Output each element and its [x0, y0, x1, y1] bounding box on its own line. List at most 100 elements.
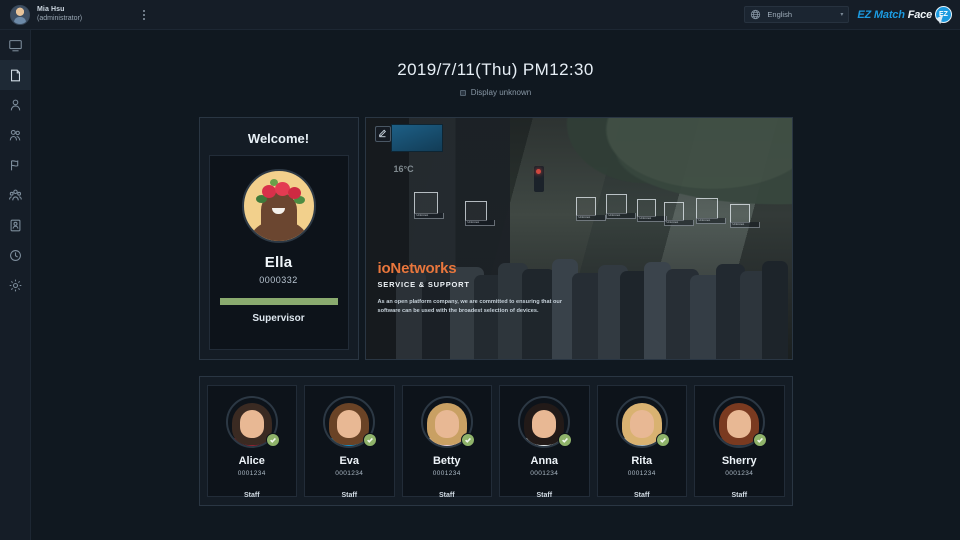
person-id: 0001234 — [725, 469, 754, 477]
person-avatar-wrap — [420, 395, 475, 448]
person-name: Alice — [238, 454, 265, 467]
main-content: 2019/7/11(Thu) PM12:30 Display unknown W… — [31, 0, 960, 540]
gear-icon — [9, 279, 21, 291]
video-feed-panel[interactable]: 16°C Unknown Unknown Unknown Unknown Unknown… — [364, 116, 793, 360]
display-unknown-toggle[interactable]: Display unknown — [459, 88, 532, 97]
sidebar-item-person[interactable] — [0, 90, 31, 120]
person-avatar-wrap — [518, 395, 573, 448]
sidebar-item-idcard[interactable] — [0, 210, 31, 240]
app-root: Mia Hsu (administrator) English ▾ EZ Mat… — [0, 0, 960, 540]
face-detection-label: Unknown — [605, 212, 636, 220]
person-card[interactable]: Sherry 0001234 Staff — [694, 384, 785, 499]
avatar — [10, 4, 30, 25]
person-id: 0001234 — [530, 469, 559, 477]
person-role: Staff — [536, 491, 553, 499]
sidebar-item-monitor[interactable] — [0, 30, 31, 60]
checkmark-icon — [460, 432, 475, 447]
language-select[interactable]: English ▾ — [744, 6, 850, 23]
person-id: 0001234 — [432, 469, 461, 477]
overlay-brand: ioNetworks — [377, 260, 457, 278]
face-detection-box: Unknown — [729, 203, 760, 229]
person-role: Staff — [341, 491, 358, 499]
logo-text-face: Face — [907, 8, 932, 21]
welcome-name: Ella — [264, 253, 293, 271]
user-role: (administrator) — [37, 14, 83, 22]
person-name: Eva — [339, 454, 360, 467]
sidebar — [0, 0, 31, 540]
face-detection-label: Unknown — [575, 214, 606, 222]
monitor-icon — [8, 39, 22, 51]
user-block[interactable]: Mia Hsu (administrator) — [0, 4, 120, 25]
page-title: Welcome! — [247, 130, 310, 146]
person-card[interactable]: Eva 0001234 Staff — [304, 384, 395, 499]
document-icon — [10, 69, 20, 81]
welcome-avatar — [241, 168, 316, 243]
sidebar-item-team[interactable] — [0, 180, 31, 210]
person-role: Staff — [731, 491, 748, 499]
user-text: Mia Hsu (administrator) — [37, 6, 82, 22]
top-bar-right: English ▾ EZ Match Face EZ — [744, 6, 960, 23]
person-name: Sherry — [721, 454, 757, 467]
sidebar-item-group[interactable] — [0, 120, 31, 150]
user-name: Mia Hsu — [37, 6, 65, 14]
welcome-role: Supervisor — [252, 312, 305, 324]
clock-icon — [9, 249, 21, 261]
face-detection-box: Unknown — [575, 196, 606, 222]
person-card[interactable]: Betty 0001234 Staff — [401, 384, 492, 499]
top-bar: Mia Hsu (administrator) English ▾ EZ Mat… — [0, 0, 960, 30]
datetime-display: 2019/7/11(Thu) PM12:30 — [397, 60, 594, 79]
display-unknown-label: Display unknown — [470, 88, 532, 97]
welcome-status-bar — [219, 297, 338, 305]
welcome-id: 0000332 — [259, 274, 298, 285]
billboard — [390, 123, 443, 152]
checkmark-icon — [265, 432, 280, 447]
person-card[interactable]: Anna 0001234 Staff — [499, 384, 590, 499]
face-detection-label: Unknown — [464, 219, 495, 227]
kebab-menu-icon[interactable] — [137, 4, 151, 26]
sidebar-item-settings[interactable] — [0, 270, 31, 300]
chevron-down-icon: ▾ — [840, 12, 844, 18]
app-logo: EZ Match Face EZ — [857, 6, 952, 23]
face-detection-box: Unknown — [605, 193, 636, 220]
person-role: Staff — [633, 491, 650, 499]
edit-pencil-icon[interactable] — [374, 125, 391, 142]
face-detection-box: Unknown — [413, 191, 444, 220]
person-avatar-wrap — [323, 395, 378, 448]
checkbox-icon[interactable] — [459, 89, 466, 96]
checkmark-icon — [753, 432, 768, 447]
welcome-panel: Welcome! Ella 0000332 Supervisor — [198, 116, 359, 360]
face-detection-box: Unknown — [663, 201, 694, 227]
overlay-text-block: ioNetworks SERVICE & SUPPORT As an open … — [378, 260, 568, 316]
person-role: Staff — [438, 491, 455, 499]
face-detection-box: Unknown — [636, 198, 667, 223]
globe-icon — [751, 9, 761, 20]
person-id: 0001234 — [627, 469, 656, 477]
person-name: Betty — [432, 454, 461, 467]
person-card[interactable]: Rita 0001234 Staff — [596, 384, 687, 499]
person-name: Anna — [530, 454, 559, 467]
sidebar-item-history[interactable] — [0, 240, 31, 270]
person-icon — [10, 99, 20, 110]
person-role: Staff — [243, 491, 260, 499]
sidebar-item-records[interactable] — [0, 60, 31, 90]
person-avatar-wrap — [713, 395, 768, 448]
person-card[interactable]: Alice 0001234 Staff — [206, 384, 297, 499]
upper-row: Welcome! Ella 0000332 Supervisor 16°C Un… — [198, 116, 793, 360]
person-avatar-wrap — [225, 395, 280, 448]
language-label: English — [767, 10, 793, 19]
person-id: 0001234 — [335, 469, 364, 477]
face-detection-box: Unknown — [464, 200, 495, 227]
clock-area: 2019/7/11(Thu) PM12:30 Display unknown — [31, 30, 960, 101]
logo-badge-icon: EZ — [935, 6, 952, 23]
id-card-icon — [10, 219, 20, 231]
person-avatar-wrap — [615, 395, 670, 448]
sidebar-item-alerts[interactable] — [0, 150, 31, 180]
checkmark-icon — [558, 432, 573, 447]
recognized-people-row: Alice 0001234 Staff Eva 0001234 Staff Betty 000… — [198, 375, 793, 506]
people-group-icon — [8, 189, 22, 200]
welcome-card[interactable]: Ella 0000332 Supervisor — [208, 154, 349, 350]
person-id: 0001234 — [237, 469, 266, 477]
traffic-light — [533, 165, 544, 192]
face-detection-label: Unknown — [729, 221, 760, 229]
logo-text-ez: EZ Match — [857, 8, 905, 21]
